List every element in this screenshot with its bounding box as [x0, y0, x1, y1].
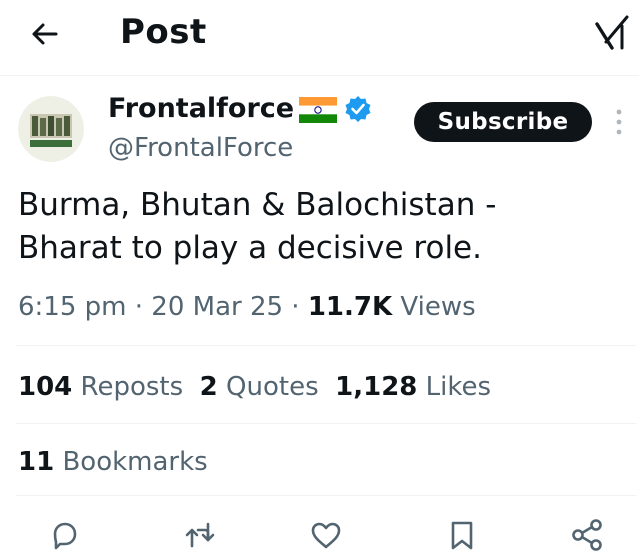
separator: ·	[126, 292, 152, 322]
reposts-label: Reposts	[80, 372, 184, 402]
more-options-icon[interactable]	[612, 106, 626, 138]
bookmarks-label: Bookmarks	[62, 447, 208, 477]
india-flag-icon	[299, 97, 337, 123]
divider	[16, 345, 636, 346]
tweet-text-line: Burma, Bhutan & Balochistan -	[18, 187, 497, 223]
avatar[interactable]	[18, 96, 84, 162]
display-name[interactable]: Frontalforce	[108, 92, 294, 126]
separator: ·	[283, 292, 308, 322]
reposts-count: 104	[18, 372, 73, 402]
engagement-stats: 104 Reposts 2 Quotes 1,128 Likes	[18, 369, 491, 405]
back-arrow-icon[interactable]	[26, 14, 66, 54]
views-count: 11.7K	[307, 292, 393, 322]
quotes-count: 2	[199, 372, 218, 402]
reposts-stat[interactable]: 104 Reposts	[18, 372, 183, 402]
tweet-text: Burma, Bhutan & Balochistan - Bharat to …	[18, 184, 618, 270]
likes-count: 1,128	[335, 372, 418, 402]
user-handle[interactable]: @FrontalForce	[108, 131, 293, 165]
header-divider	[0, 75, 639, 76]
quotes-label: Quotes	[226, 372, 319, 402]
views-label: Views	[400, 292, 476, 322]
divider	[16, 423, 636, 424]
quotes-stat[interactable]: 2 Quotes	[200, 372, 319, 402]
page-title: Post	[120, 12, 207, 52]
divider	[16, 495, 636, 496]
tweet-text-line: Bharat to play a decisive role.	[18, 230, 482, 266]
tweet-meta: 6:15 pm · 20 Mar 25 · 11.7K Views	[18, 289, 476, 325]
verified-badge-icon[interactable]	[344, 95, 372, 123]
share-icon[interactable]	[570, 518, 604, 552]
bookmark-icon[interactable]	[445, 518, 479, 552]
top-bar: Post	[0, 0, 639, 72]
subscribe-button[interactable]: Subscribe	[414, 102, 592, 142]
reply-icon[interactable]	[48, 518, 82, 552]
post-date[interactable]: 20 Mar 25	[151, 292, 283, 322]
bookmarks-stat[interactable]: 11 Bookmarks	[18, 444, 208, 480]
repost-icon[interactable]	[183, 518, 217, 552]
likes-stat[interactable]: 1,128 Likes	[335, 372, 491, 402]
likes-label: Likes	[425, 372, 492, 402]
like-icon[interactable]	[309, 518, 343, 552]
grok-icon[interactable]	[594, 14, 630, 50]
post-time[interactable]: 6:15 pm	[18, 292, 126, 322]
bookmarks-count: 11	[18, 447, 55, 477]
